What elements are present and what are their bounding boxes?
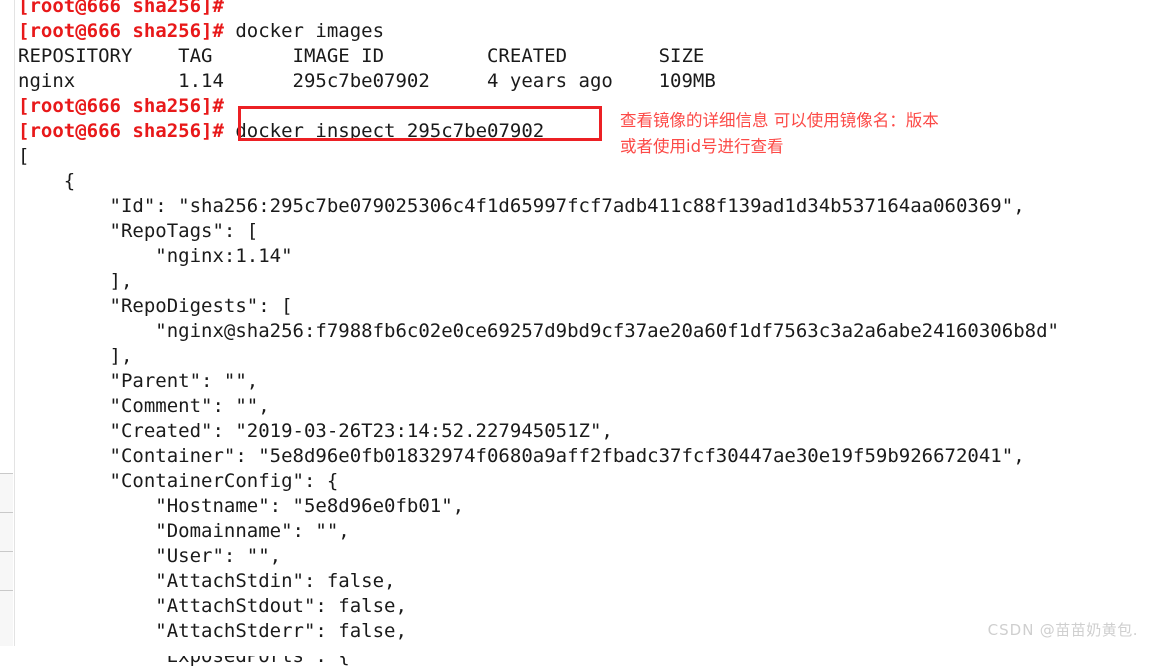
shell-prompt: [root@666 sha256]# [18, 0, 224, 17]
terminal-output-line: nginx 1.14 295c7be07902 4 years ago 109M… [18, 70, 716, 92]
terminal-output-line: ], [18, 270, 133, 292]
terminal-output-pane[interactable]: [root@666 sha256]# [root@666 sha256]# do… [0, 0, 1150, 667]
terminal-output-line: "AttachStdin": false, [18, 570, 396, 592]
terminal-output-line: "Container": "5e8d96e0fb01832974f0680a9a… [18, 445, 1025, 467]
shell-prompt: [root@666 sha256]# [18, 20, 224, 42]
watermark-label: CSDN [987, 621, 1035, 639]
terminal-output-line: ], [18, 345, 133, 367]
terminal-output-line: "Parent": "", [18, 370, 259, 392]
terminal-command-line: [root@666 sha256]# [18, 0, 235, 19]
command-text: docker images [223, 20, 385, 42]
command-text [224, 0, 235, 17]
gutter-block [0, 473, 13, 646]
shell-prompt: [root@666 sha256]# [18, 120, 224, 142]
terminal-output-line: "Hostname": "5e8d96e0fb01", [18, 495, 465, 517]
terminal-output-line: "RepoDigests": [ [18, 295, 293, 317]
csdn-watermark: CSDN @苗苗奶黄包. [988, 619, 1138, 640]
watermark-handle: @苗苗奶黄包. [1039, 621, 1138, 639]
terminal-output-line: REPOSITORY TAG IMAGE ID CREATED SIZE [18, 45, 705, 67]
terminal-output-line: [ [18, 145, 30, 167]
terminal-output-line: "Domainname": "", [18, 520, 350, 542]
bottom-clip-mask [0, 646, 1150, 656]
terminal-output-line: "nginx:1.14" [18, 245, 293, 267]
gutter-rule [0, 590, 13, 591]
gutter-rule [0, 551, 13, 552]
terminal-output-line: "AttachStderr": false, [18, 620, 407, 642]
gutter-rule [0, 473, 13, 474]
terminal-output-line: { [18, 170, 76, 192]
command-highlight-box [238, 106, 602, 141]
document-left-gutter [0, 0, 15, 646]
terminal-output-line: "User": "", [18, 545, 282, 567]
terminal-output-line: "RepoTags": [ [18, 220, 259, 242]
terminal-output-line: "Created": "2019-03-26T23:14:52.22794505… [18, 420, 613, 442]
terminal-output-line: "Comment": "", [18, 395, 270, 417]
terminal-output-line: "nginx@sha256:f7988fb6c02e0ce69257d9bd9c… [18, 320, 1059, 342]
terminal-output-line: "AttachStdout": false, [18, 595, 407, 617]
terminal-command-line: [root@666 sha256]# [18, 94, 224, 119]
annotation-text: 查看镜像的详细信息 可以使用镜像名：版本 或者使用id号进行查看 [620, 111, 939, 156]
terminal-command-line: [root@666 sha256]# docker images [18, 19, 384, 44]
shell-prompt: [root@666 sha256]# [18, 95, 224, 117]
gutter-rule [0, 512, 13, 513]
terminal-output-line: "Id": "sha256:295c7be079025306c4f1d65997… [18, 195, 1025, 217]
terminal-output-line: "ContainerConfig": { [18, 470, 339, 492]
